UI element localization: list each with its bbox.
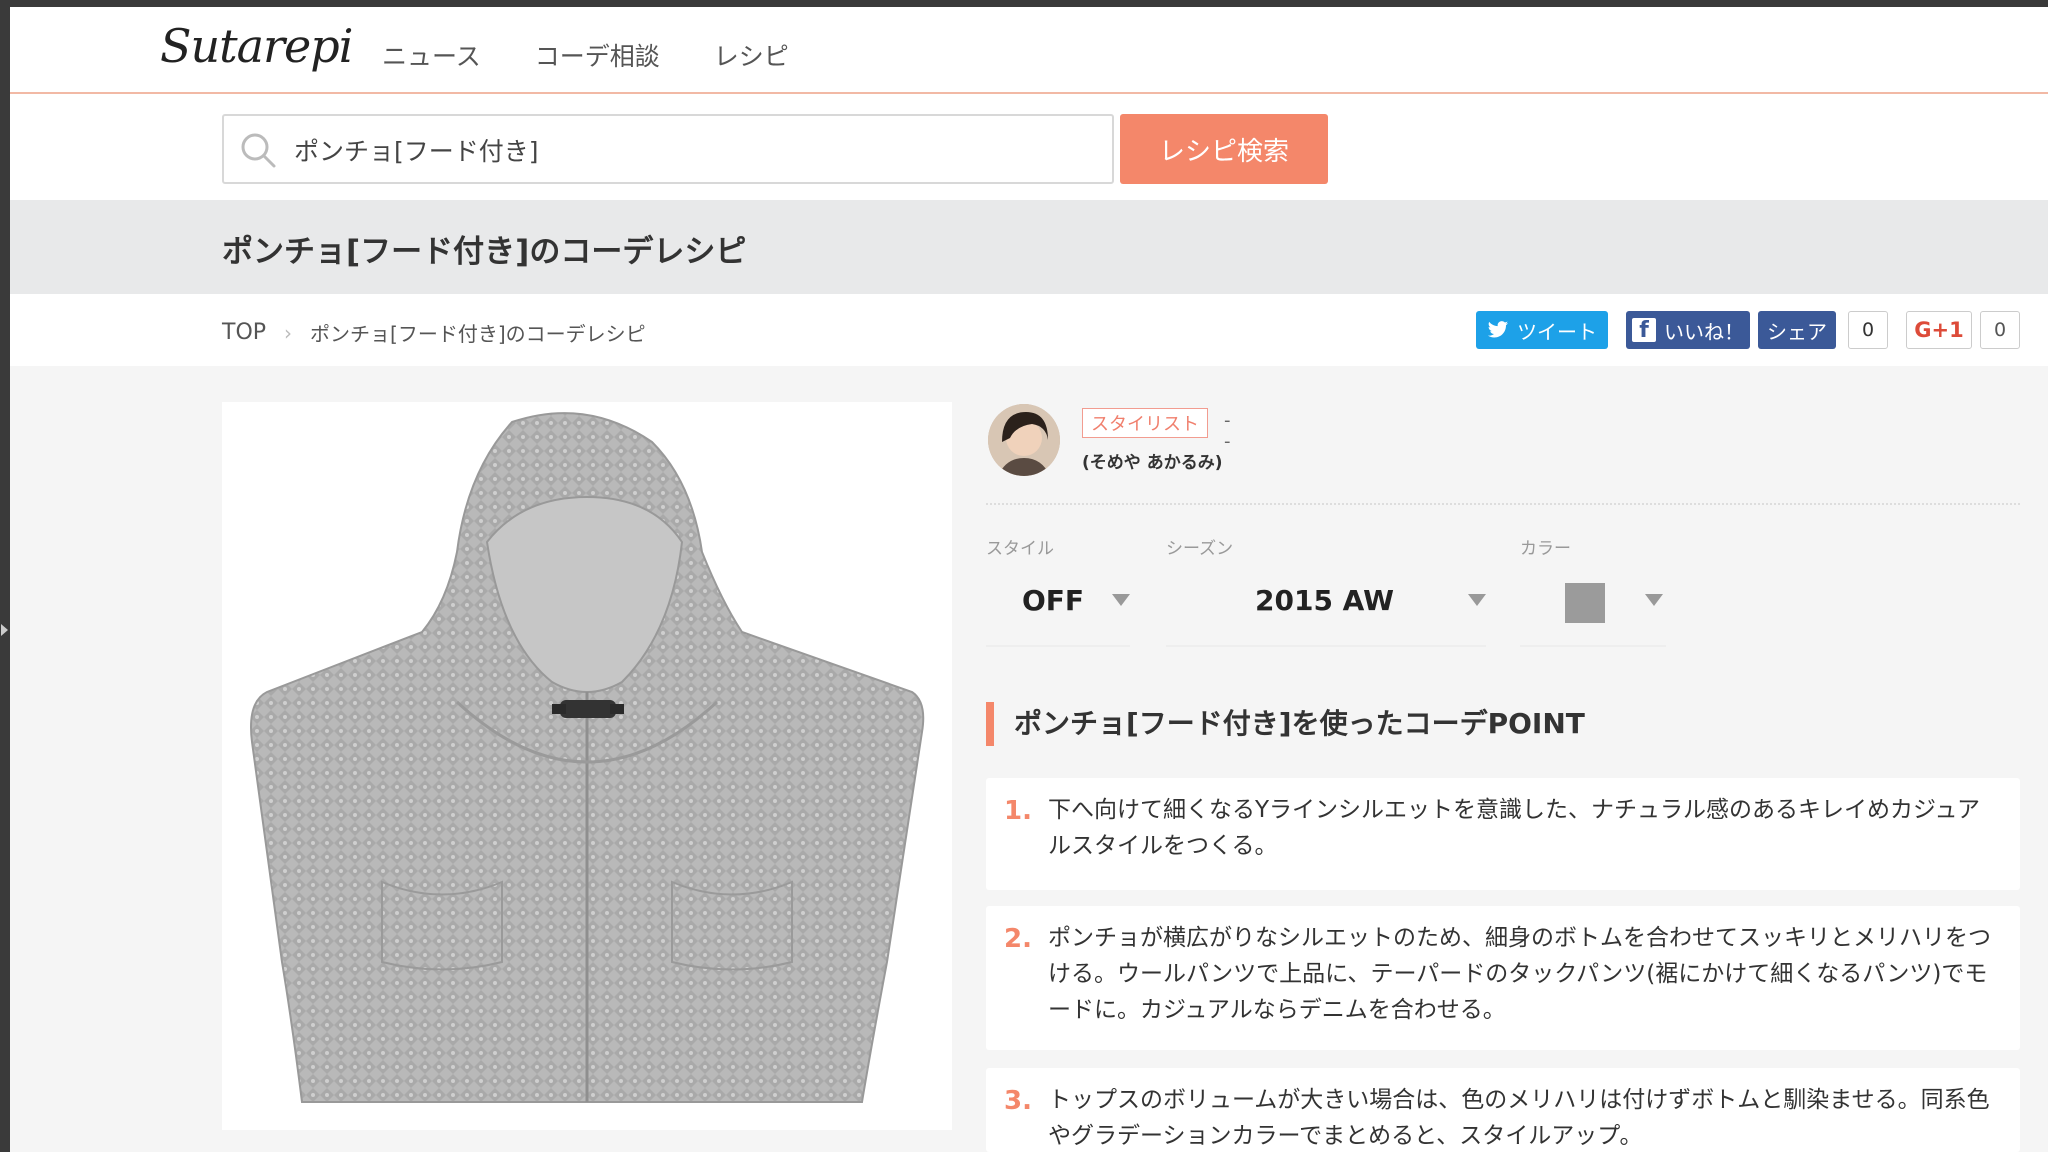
point-text: 下へ向けて細くなるYラインシルエットを意識した、ナチュラル感のあるキレイめカジュ… (1048, 797, 1980, 859)
breadcrumb: TOP › ポンチョ[フード付き]のコーデレシピ (222, 318, 646, 347)
chevron-right-icon: › (284, 320, 293, 345)
site-logo[interactable]: Sutarepi (160, 19, 353, 73)
nav-coordinate-consult[interactable]: コーデ相談 (535, 37, 660, 73)
expand-arrow-icon[interactable] (1, 624, 8, 636)
page-title-bold: ポンチョ[フード付き] (222, 234, 530, 270)
google-plus-count: 0 (1980, 311, 2020, 349)
nav-news[interactable]: ニュース (382, 37, 481, 73)
page-title: ポンチョ[フード付き]のコーデレシピ (222, 226, 746, 271)
title-band: ポンチョ[フード付き]のコーデレシピ (10, 200, 2048, 294)
point-item: 3. トップスのボリュームが大きい場合は、色のメリハリは付けずボトムと馴染ませる… (986, 1068, 2020, 1152)
facebook-like-button[interactable]: f いいね！ (1626, 311, 1750, 349)
stylist-dash: - - (1224, 410, 1231, 452)
style-filter-label: スタイル (986, 539, 1054, 559)
season-dropdown-icon[interactable] (1468, 594, 1486, 606)
style-dropdown-icon[interactable] (1112, 594, 1130, 606)
color-filter-label: カラー (1520, 539, 1571, 559)
window-top-strip (0, 0, 2048, 7)
point-heading-bold: ポンチョ[フード付き] (1014, 707, 1292, 740)
point-text: トップスのボリュームが大きい場合は、色のメリハリは付けずボトムと馴染ませる。同系… (1048, 1087, 1990, 1149)
twitter-icon (1487, 321, 1509, 338)
point-number: 2. (1004, 924, 1032, 954)
color-filter-swatch[interactable] (1565, 583, 1605, 623)
site-header: Sutarepi ニュース コーデ相談 レシピ (10, 7, 2048, 94)
search-row: レシピ検索 (10, 94, 2048, 200)
search-box (222, 114, 1114, 184)
facebook-icon: f (1632, 318, 1656, 343)
style-filter-underline (986, 645, 1130, 647)
point-heading-rest: を使ったコーデPOINT (1291, 707, 1585, 740)
season-filter-underline (1166, 645, 1486, 647)
stylist-avatar[interactable] (988, 404, 1060, 476)
season-filter-label: シーズン (1166, 539, 1234, 559)
point-number: 1. (1004, 796, 1032, 826)
search-icon (241, 133, 276, 168)
page-title-rest: のコーデレシピ (529, 234, 747, 270)
poncho-illustration (250, 412, 925, 1103)
breadcrumb-row: TOP › ポンチョ[フード付き]のコーデレシピ ツイート f いいね！ シェア… (10, 294, 2048, 366)
like-label: いいね！ (1664, 319, 1744, 344)
main-nav: ニュース コーデ相談 レシピ (382, 37, 789, 73)
share-label: シェア (1767, 319, 1827, 344)
season-filter-value[interactable]: 2015 AW (1255, 584, 1394, 617)
left-panel-edge (0, 7, 10, 1152)
point-item: 2. ポンチョが横広がりなシルエットのため、細身のボトムを合わせてスッキリとメリ… (986, 906, 2020, 1050)
style-filter-value[interactable]: OFF (1022, 584, 1084, 617)
color-dropdown-icon[interactable] (1645, 594, 1663, 606)
recipe-search-button[interactable]: レシピ検索 (1120, 114, 1328, 184)
nav-recipe[interactable]: レシピ (714, 37, 789, 73)
share-count: 0 (1848, 311, 1888, 349)
search-input[interactable] (294, 124, 1094, 176)
section-divider (986, 503, 2020, 505)
tweet-button[interactable]: ツイート (1476, 311, 1608, 349)
product-image (222, 402, 952, 1130)
google-plus-button[interactable]: G+1 (1906, 311, 1972, 349)
stylist-name[interactable]: (そめや あかるみ) (1082, 448, 1222, 473)
stylist-role-badge: スタイリスト (1082, 408, 1208, 438)
breadcrumb-current: ポンチョ[フード付き]のコーデレシピ (310, 322, 646, 346)
point-text: ポンチョが横広がりなシルエットのため、細身のボトムを合わせてスッキリとメリハリを… (1048, 925, 1991, 1023)
point-item: 1. 下へ向けて細くなるYラインシルエットを意識した、ナチュラル感のあるキレイめ… (986, 778, 2020, 890)
tweet-label: ツイート (1517, 319, 1597, 344)
breadcrumb-top[interactable]: TOP (222, 320, 266, 345)
color-filter-underline (1520, 645, 1666, 647)
point-number: 3. (1004, 1086, 1032, 1116)
coordinate-point-heading: ポンチョ[フード付き]を使ったコーデPOINT (986, 702, 1585, 746)
facebook-share-button[interactable]: シェア (1758, 311, 1836, 349)
